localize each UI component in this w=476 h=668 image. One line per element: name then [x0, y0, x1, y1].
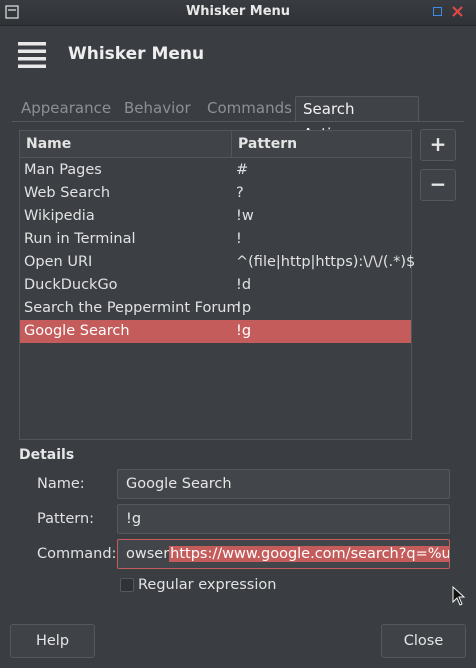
row-pattern: !g [236, 323, 252, 339]
row-pattern: ! [236, 231, 242, 247]
table-row[interactable]: Open URI ^(file|http|https):\/\/(.*)$ [20, 251, 415, 274]
table-row[interactable]: Search the Peppermint Forum !p [20, 297, 411, 320]
title-bar: Whisker Menu [0, 0, 476, 26]
row-pattern: !w [236, 208, 254, 224]
table-row-selected[interactable]: Google Search !g [20, 320, 411, 343]
command-selected-text: https://www.google.com/search?q=%u [169, 546, 450, 562]
regex-checkbox[interactable] [120, 578, 134, 592]
row-pattern: ? [236, 185, 244, 201]
table-row[interactable]: Run in Terminal ! [20, 228, 411, 251]
row-pattern: ^(file|http|https):\/\/(.*)$ [236, 254, 416, 270]
tab-commands[interactable]: Commands [200, 96, 299, 122]
column-header-pattern[interactable]: Pattern [238, 136, 297, 152]
close-button[interactable]: Close [381, 624, 466, 658]
name-value: Google Search [126, 476, 232, 492]
help-button[interactable]: Help [10, 624, 95, 658]
table-row[interactable]: Wikipedia !w [20, 205, 411, 228]
name-label: Name: [37, 476, 85, 492]
pattern-field[interactable]: !g [117, 504, 450, 534]
pattern-label: Pattern: [37, 511, 95, 527]
remove-action-button[interactable]: − [420, 169, 456, 201]
mouse-pointer-icon [452, 586, 466, 606]
tab-search-actions[interactable]: Search Actions [295, 96, 419, 143]
list-header: Name Pattern [20, 131, 411, 158]
row-name: Open URI [24, 254, 93, 270]
table-row[interactable]: Man Pages # [20, 159, 411, 182]
name-field[interactable]: Google Search [117, 469, 450, 499]
details-heading: Details [19, 447, 75, 463]
column-header-name[interactable]: Name [26, 136, 71, 152]
page-title: Whisker Menu [68, 44, 205, 64]
table-row[interactable]: DuckDuckGo !d [20, 274, 411, 297]
pattern-value: !g [126, 511, 142, 527]
tab-behavior[interactable]: Behavior [117, 96, 198, 122]
maximize-icon[interactable] [433, 7, 442, 16]
add-action-button[interactable]: + [420, 129, 456, 161]
command-label: Command: [37, 546, 117, 562]
tab-divider [12, 121, 464, 122]
row-name: Man Pages [24, 162, 102, 178]
column-divider [231, 131, 232, 157]
command-prefix: owser [126, 546, 170, 562]
hamburger-menu-icon [18, 42, 46, 68]
row-name: Wikipedia [24, 208, 95, 224]
tab-appearance[interactable]: Appearance [14, 96, 118, 122]
row-name: Search the Peppermint Forum [24, 300, 241, 316]
table-row[interactable]: Web Search ? [20, 182, 411, 205]
row-name: DuckDuckGo [24, 277, 118, 293]
row-name: Run in Terminal [24, 231, 136, 247]
close-icon[interactable] [452, 6, 463, 17]
search-actions-list[interactable]: Name Pattern Man Pages # Web Search ? Wi… [19, 130, 415, 440]
row-name: Google Search [24, 323, 130, 339]
row-pattern: !d [236, 277, 252, 293]
regex-label[interactable]: Regular expression [138, 577, 276, 593]
row-pattern: # [236, 162, 249, 178]
command-field[interactable]: owserhttps://www.google.com/search?q=%u [117, 539, 450, 569]
window-title: Whisker Menu [185, 4, 291, 19]
row-pattern: !p [236, 300, 252, 316]
row-name: Web Search [24, 185, 111, 201]
